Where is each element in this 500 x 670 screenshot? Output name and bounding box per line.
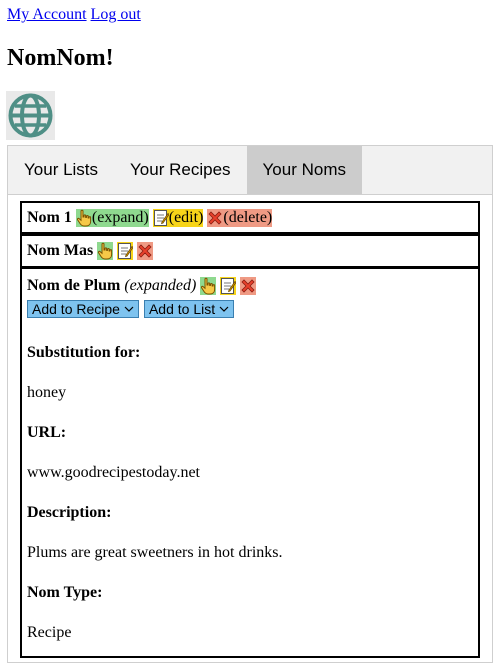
delete-label: (delete) [223, 209, 273, 226]
nom-row-expanded: Nom de Plum (expanded) Add to Recipe Add… [20, 267, 480, 658]
top-nav: My Account Log out [7, 5, 141, 25]
delete-button[interactable]: (delete) [207, 209, 273, 227]
tab-your-lists[interactable]: Your Lists [8, 146, 114, 194]
cross-mark-icon [137, 242, 153, 260]
edit-button[interactable]: (edit) [152, 209, 204, 227]
pointing-hand-icon [76, 209, 92, 227]
tab-your-noms[interactable]: Your Noms [246, 146, 362, 194]
memo-icon [153, 209, 169, 227]
nom-row: Nom Mas [20, 234, 480, 268]
pointing-hand-icon [97, 242, 113, 260]
nom-row-header: Nom Mas [22, 236, 478, 266]
delete-button[interactable] [137, 242, 154, 260]
expand-label: (expand) [91, 209, 149, 226]
url-value: www.goodrecipestoday.net [27, 464, 200, 481]
expand-button[interactable] [97, 242, 114, 260]
edit-button[interactable] [220, 277, 237, 295]
memo-icon [220, 277, 236, 295]
site-title: NomNom! [7, 45, 114, 71]
description-value: Plums are great sweetners in hot drinks. [27, 544, 283, 561]
my-account-link[interactable]: My Account [7, 6, 87, 23]
nom-name: Nom Mas [27, 242, 94, 259]
nom-row: Nom 1 (expand) (edit) (delete) [20, 201, 480, 234]
memo-icon [117, 242, 133, 260]
nom-controls: Add to Recipe Add to List [22, 300, 478, 318]
chevron-down-icon [219, 306, 229, 312]
expanded-status: (expanded) [124, 277, 197, 294]
tab-your-recipes[interactable]: Your Recipes [114, 146, 247, 194]
add-to-list-label: Add to List [148, 301, 216, 317]
tab-bar: Your Lists Your Recipes Your Noms [8, 146, 492, 195]
nom-row-header: Nom 1 (expand) (edit) (delete) [22, 203, 478, 233]
nom-name: Nom 1 [27, 209, 72, 226]
edit-button[interactable] [117, 242, 134, 260]
expand-button[interactable]: (expand) [75, 209, 149, 227]
nom-type-value: Recipe [27, 624, 72, 641]
nom-row-header: Nom de Plum (expanded) [22, 269, 478, 303]
nom-name: Nom de Plum [27, 277, 121, 294]
substitution-value: honey [27, 384, 67, 401]
pointing-hand-icon [200, 277, 216, 295]
globe-icon [6, 91, 55, 140]
nom-details: Substitution for: honey URL: www.goodrec… [22, 333, 478, 653]
edit-label: (edit) [168, 209, 204, 226]
collapse-button[interactable] [200, 277, 217, 295]
delete-button[interactable] [240, 277, 257, 295]
url-label: URL: [27, 424, 67, 441]
description-label: Description: [27, 504, 112, 521]
logout-link[interactable]: Log out [91, 6, 141, 23]
nom-type-label: Nom Type: [27, 584, 103, 601]
add-to-list-dropdown[interactable]: Add to List [143, 300, 235, 318]
cross-mark-icon [240, 277, 256, 295]
noms-panel: Your Lists Your Recipes Your Noms Nom 1 … [7, 145, 493, 663]
add-to-recipe-dropdown[interactable]: Add to Recipe [27, 300, 139, 318]
chevron-down-icon [124, 306, 134, 312]
add-to-recipe-label: Add to Recipe [32, 301, 120, 317]
substitution-label: Substitution for: [27, 344, 141, 361]
cross-mark-icon [207, 209, 223, 227]
